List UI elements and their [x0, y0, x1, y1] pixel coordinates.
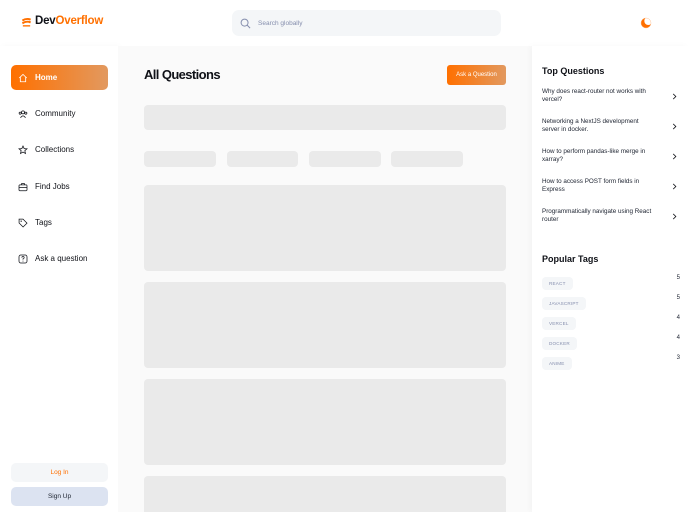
filter-skeleton — [144, 151, 216, 167]
logo-icon — [21, 17, 32, 27]
tag-count: 5 — [676, 295, 680, 301]
star-icon — [18, 144, 28, 154]
sidebar-item-label: Ask a question — [35, 254, 88, 263]
sidebar-item-label: Community — [35, 109, 76, 118]
brand-name-part1: Dev — [35, 15, 56, 27]
top-question-text: How to access POST form fields in Expres… — [542, 178, 640, 193]
main-content: All Questions Ask a Question — [118, 46, 532, 512]
filter-skeleton — [391, 151, 463, 167]
chevron-right-icon — [672, 153, 677, 159]
tag-icon — [18, 218, 28, 228]
filter-skeleton — [309, 151, 381, 167]
top-question-item[interactable]: Networking a NextJS development server i… — [542, 118, 678, 134]
search-bar-skeleton — [144, 105, 506, 130]
question-card-skeleton — [144, 282, 506, 368]
chevron-right-icon — [672, 93, 677, 99]
popular-tags-heading: Popular Tags — [542, 254, 599, 264]
top-question-text: Why does react-router not works with ver… — [542, 88, 646, 103]
sidebar-item-label: Tags — [35, 218, 52, 227]
popular-tag-row: VERCEL 4 — [542, 315, 680, 330]
moon-icon[interactable] — [640, 17, 652, 29]
sidebar-item-label: Home — [35, 73, 58, 82]
tag-count: 4 — [676, 335, 680, 341]
top-question-item[interactable]: Programmatically navigate using React ro… — [542, 208, 678, 224]
question-card-skeleton — [144, 185, 506, 271]
search-input[interactable] — [258, 19, 478, 27]
chevron-right-icon — [672, 123, 677, 129]
brand-logo[interactable]: DevOverflow — [21, 15, 103, 27]
top-question-text: Networking a NextJS development server i… — [542, 118, 639, 133]
left-sidebar: Home Community Collections Find Jobs Tag… — [0, 46, 118, 512]
top-navbar: DevOverflow — [0, 0, 688, 46]
popular-tag-row: JAVASCRIPT 5 — [542, 295, 680, 310]
sidebar-item-label: Collections — [35, 145, 75, 154]
top-question-item[interactable]: How to access POST form fields in Expres… — [542, 178, 678, 194]
top-question-text: Programmatically navigate using React ro… — [542, 208, 652, 223]
popular-tag-row: DOCKER 4 — [542, 335, 680, 350]
right-sidebar: Top Questions Why does react-router not … — [532, 46, 688, 512]
question-card-skeleton — [144, 379, 506, 465]
popular-tag-row: ANIME 3 — [542, 355, 680, 370]
question-card-skeleton — [144, 476, 506, 512]
sidebar-item-collections[interactable]: Collections — [11, 137, 108, 162]
suitcase-icon — [18, 182, 28, 191]
global-search[interactable] — [232, 10, 501, 36]
ask-question-button[interactable]: Ask a Question — [447, 65, 506, 85]
chevron-right-icon — [672, 213, 677, 219]
sidebar-item-find-jobs[interactable]: Find Jobs — [11, 174, 108, 199]
tag-badge[interactable]: JAVASCRIPT — [542, 297, 586, 310]
chevron-right-icon — [672, 183, 677, 189]
sidebar-item-home[interactable]: Home — [11, 65, 108, 90]
top-question-item[interactable]: How to perform pandas-like merge in xarr… — [542, 148, 678, 164]
popular-tag-row: REACT 5 — [542, 275, 680, 290]
signup-button[interactable]: Sign Up — [11, 487, 108, 506]
brand-name-part2: Overflow — [55, 15, 104, 27]
top-question-text: How to perform pandas-like merge in xarr… — [542, 148, 646, 163]
tag-count: 4 — [676, 315, 680, 321]
tag-count: 5 — [676, 275, 680, 281]
question-icon — [18, 254, 28, 263]
users-icon — [18, 109, 28, 118]
tag-badge[interactable]: ANIME — [542, 357, 572, 370]
sidebar-item-label: Find Jobs — [35, 182, 70, 191]
sidebar-item-ask-question[interactable]: Ask a question — [11, 246, 108, 271]
tag-badge[interactable]: DOCKER — [542, 337, 577, 350]
sidebar-item-tags[interactable]: Tags — [11, 210, 108, 235]
tag-badge[interactable]: VERCEL — [542, 317, 576, 330]
top-questions-heading: Top Questions — [542, 66, 605, 76]
top-question-item[interactable]: Why does react-router not works with ver… — [542, 88, 678, 104]
tag-count: 3 — [676, 355, 680, 361]
tag-badge[interactable]: REACT — [542, 277, 573, 290]
search-icon — [240, 18, 251, 28]
sidebar-item-community[interactable]: Community — [11, 101, 108, 126]
home-icon — [18, 73, 28, 82]
brand-name: DevOverflow — [35, 15, 103, 27]
filter-skeleton — [227, 151, 298, 167]
page-title: All Questions — [144, 67, 221, 82]
login-button[interactable]: Log In — [11, 463, 108, 482]
